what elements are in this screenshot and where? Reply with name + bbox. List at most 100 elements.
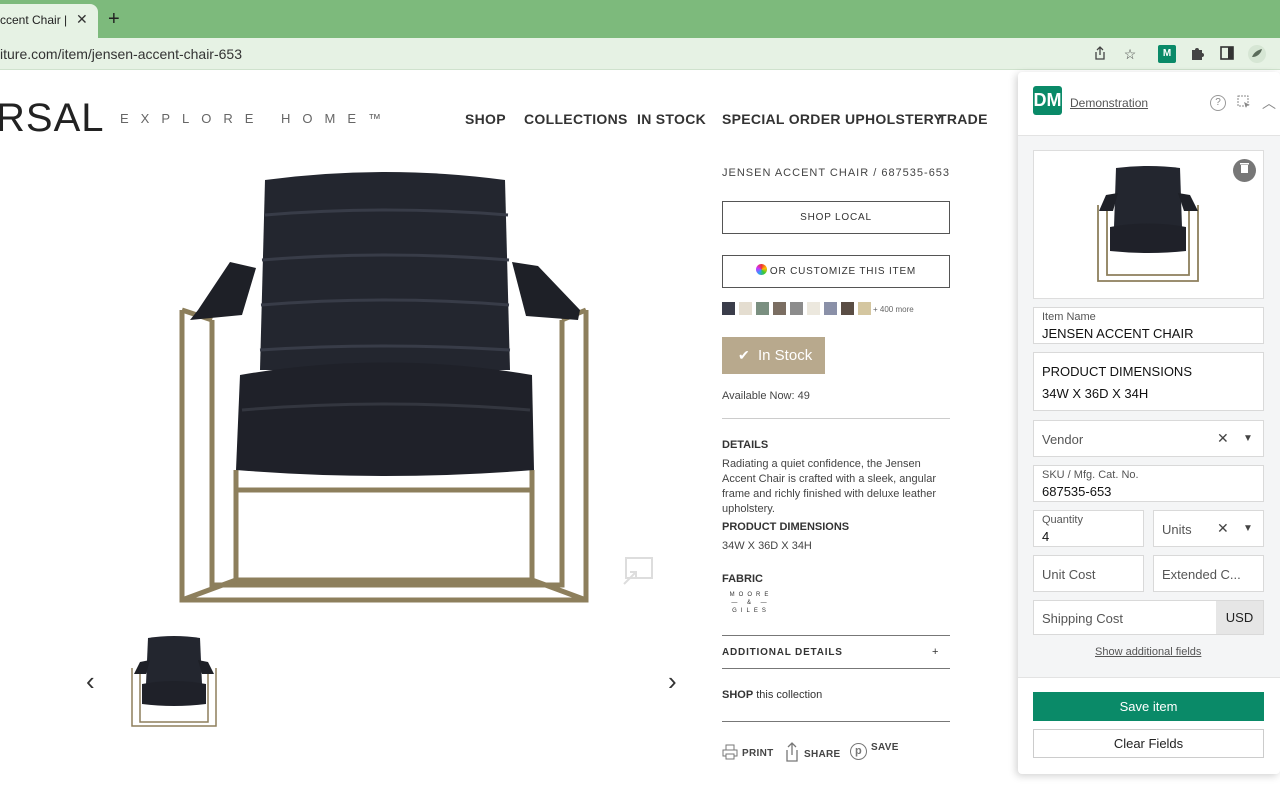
- check-icon: ✔: [738, 347, 750, 363]
- quantity-value: 4: [1042, 529, 1050, 544]
- chevron-up-icon[interactable]: ︿: [1261, 95, 1277, 111]
- nav-special-order-upholstery[interactable]: SPECIAL ORDER UPHOLSTERY: [722, 111, 943, 127]
- item-image-box: [1033, 150, 1264, 299]
- chevron-left-icon[interactable]: ‹: [86, 666, 95, 697]
- site-tagline: EXPLORE HOME™: [120, 111, 394, 126]
- nav-collections[interactable]: COLLECTIONS: [524, 111, 628, 127]
- sku-field[interactable]: SKU / Mfg. Cat. No. 687535-653: [1033, 465, 1264, 502]
- shop-collection-rest: this collection: [753, 689, 823, 701]
- share-button[interactable]: SHARE: [784, 742, 841, 762]
- close-icon[interactable]: ✕: [76, 11, 88, 28]
- star-icon[interactable]: ☆: [1121, 45, 1139, 63]
- chevron-down-icon[interactable]: ▼: [1243, 433, 1253, 444]
- color-wheel-icon: [755, 264, 767, 275]
- select-element-icon[interactable]: [1236, 95, 1252, 111]
- share-icon[interactable]: [1091, 45, 1109, 63]
- item-name-value: JENSEN ACCENT CHAIR: [1042, 326, 1194, 341]
- quantity-label: Quantity: [1042, 514, 1083, 526]
- more-swatches-link[interactable]: + 400 more: [873, 305, 914, 314]
- save-pin-button[interactable]: p SAVE: [850, 742, 899, 760]
- product-image[interactable]: [170, 170, 600, 610]
- print-label: PRINT: [742, 748, 774, 759]
- in-stock-label: In Stock: [758, 347, 813, 364]
- swatch[interactable]: [722, 302, 735, 315]
- printer-icon: [722, 744, 738, 760]
- dm-logo: DM: [1033, 86, 1062, 115]
- tab-title: ccent Chair |: [0, 13, 68, 27]
- in-stock-badge: ✔ In Stock: [722, 337, 825, 374]
- divider: [722, 418, 950, 419]
- units-select[interactable]: Units ✕ ▼: [1153, 510, 1264, 547]
- unit-cost-field[interactable]: Unit Cost: [1033, 555, 1144, 592]
- site-logo[interactable]: RSAL: [0, 96, 105, 141]
- dimensions-heading: PRODUCT DIMENSIONS: [722, 521, 850, 533]
- extended-cost-placeholder: Extended C...: [1162, 567, 1241, 582]
- divider: [722, 668, 950, 669]
- swatch[interactable]: [756, 302, 769, 315]
- description-field[interactable]: PRODUCT DIMENSIONS 34W X 36D X 34H: [1033, 352, 1264, 411]
- quantity-field[interactable]: Quantity 4: [1033, 510, 1144, 547]
- swatch[interactable]: [858, 302, 871, 315]
- product-title: JENSEN ACCENT CHAIR / 687535-653: [722, 167, 951, 179]
- nav-shop[interactable]: SHOP: [465, 111, 506, 127]
- customize-button[interactable]: OR CUSTOMIZE THIS ITEM: [722, 255, 950, 288]
- sku-label: SKU / Mfg. Cat. No.: [1042, 469, 1139, 481]
- customize-label: OR CUSTOMIZE THIS ITEM: [769, 266, 917, 277]
- unit-cost-placeholder: Unit Cost: [1042, 567, 1096, 582]
- divider: [722, 635, 950, 636]
- help-icon[interactable]: ?: [1210, 95, 1226, 111]
- chevron-right-icon[interactable]: ›: [668, 666, 677, 697]
- description-title: PRODUCT DIMENSIONS: [1042, 364, 1192, 379]
- plus-icon[interactable]: +: [108, 9, 120, 29]
- share-icon: [786, 742, 798, 762]
- save-label: SAVE: [871, 742, 899, 753]
- vendor-select[interactable]: Vendor ✕ ▼: [1033, 420, 1264, 457]
- chevron-down-icon[interactable]: ▼: [1243, 523, 1253, 534]
- swatch[interactable]: [790, 302, 803, 315]
- fabric-heading: FABRIC: [722, 573, 763, 585]
- shop-local-button[interactable]: SHOP LOCAL: [722, 201, 950, 234]
- url-text: iture.com/item/jensen-accent-chair-653: [0, 46, 242, 62]
- trash-icon[interactable]: [1233, 159, 1256, 182]
- swatch[interactable]: [739, 302, 752, 315]
- shipping-cost-field[interactable]: Shipping Cost: [1033, 600, 1217, 635]
- additional-details-toggle[interactable]: ADDITIONAL DETAILS: [722, 647, 843, 658]
- details-text: Radiating a quiet confidence, the Jensen…: [722, 458, 937, 515]
- dimensions-value: 34W X 36D X 34H: [722, 540, 812, 552]
- sidebar-icon[interactable]: [1218, 45, 1236, 63]
- item-name-field[interactable]: Item Name JENSEN ACCENT CHAIR: [1033, 307, 1264, 344]
- address-bar[interactable]: iture.com/item/jensen-accent-chair-653: [0, 38, 1280, 70]
- swatch[interactable]: [841, 302, 854, 315]
- currency-select[interactable]: USD: [1216, 600, 1264, 635]
- vendor-placeholder: Vendor: [1042, 432, 1084, 447]
- extension-dm-icon[interactable]: M: [1158, 45, 1176, 63]
- puzzle-icon[interactable]: [1188, 45, 1206, 63]
- account-link[interactable]: Demonstration: [1070, 96, 1148, 110]
- browser-tab[interactable]: ccent Chair | ✕: [0, 4, 98, 38]
- swatch[interactable]: [773, 302, 786, 315]
- nav-trade[interactable]: TRADE: [938, 111, 988, 127]
- swatch[interactable]: [807, 302, 820, 315]
- shop-collection-link[interactable]: SHOP this collection: [722, 689, 822, 701]
- clear-icon[interactable]: ✕: [1217, 430, 1229, 447]
- print-button[interactable]: PRINT: [722, 744, 774, 760]
- save-item-button[interactable]: Save item: [1033, 692, 1264, 721]
- item-name-label: Item Name: [1042, 311, 1096, 323]
- extended-cost-field[interactable]: Extended C...: [1153, 555, 1264, 592]
- plus-icon[interactable]: +: [932, 646, 938, 658]
- pinterest-icon: p: [850, 743, 867, 760]
- clear-icon[interactable]: ✕: [1217, 520, 1229, 537]
- thumbnail-image[interactable]: [128, 634, 220, 730]
- show-additional-fields-link[interactable]: Show additional fields: [1095, 646, 1201, 658]
- nav-in-stock[interactable]: IN STOCK: [637, 111, 706, 127]
- clear-fields-button[interactable]: Clear Fields: [1033, 729, 1264, 758]
- expand-icon[interactable]: [622, 556, 654, 586]
- sku-value: 687535-653: [1042, 484, 1112, 499]
- shipping-placeholder: Shipping Cost: [1042, 611, 1123, 626]
- details-heading: DETAILS: [722, 439, 769, 451]
- profile-icon[interactable]: [1248, 45, 1266, 63]
- divider: [722, 721, 950, 722]
- swatch[interactable]: [824, 302, 837, 315]
- tab-bar: [0, 0, 1280, 38]
- fabric-brand-logo: MOORE — & — GILES: [729, 592, 773, 614]
